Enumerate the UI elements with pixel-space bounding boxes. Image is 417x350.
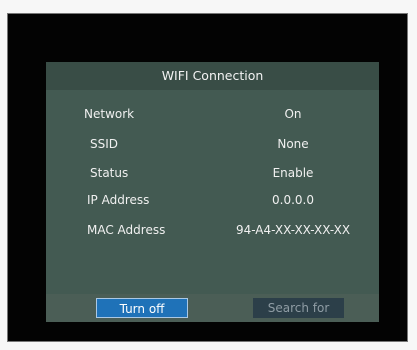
wifi-connection-dialog: WIFI Connection Network On SSID None Sta…	[46, 62, 379, 322]
network-value: On	[284, 107, 302, 121]
ssid-row: SSID None	[46, 132, 379, 156]
dialog-title: WIFI Connection	[46, 62, 379, 90]
status-row: Status Enable	[46, 161, 379, 185]
device-screen: WIFI Connection Network On SSID None Sta…	[7, 13, 408, 342]
network-label: Network	[84, 107, 135, 121]
ssid-value: None	[277, 137, 309, 151]
status-label: Status	[90, 166, 129, 180]
ip-address-row: IP Address 0.0.0.0	[46, 188, 379, 212]
button-bar: Turn off Search for	[46, 294, 379, 322]
turn-off-button[interactable]: Turn off	[96, 298, 188, 318]
status-value: Enable	[272, 166, 314, 180]
ip-address-value: 0.0.0.0	[272, 193, 314, 207]
network-row: Network On	[46, 102, 379, 126]
mac-address-row: MAC Address 94-A4-XX-XX-XX-XX	[46, 218, 379, 242]
ip-address-label: IP Address	[87, 193, 150, 207]
ssid-label: SSID	[90, 137, 119, 151]
mac-address-label: MAC Address	[87, 223, 166, 237]
mac-address-value: 94-A4-XX-XX-XX-XX	[235, 223, 351, 237]
search-for-button[interactable]: Search for	[253, 298, 344, 318]
